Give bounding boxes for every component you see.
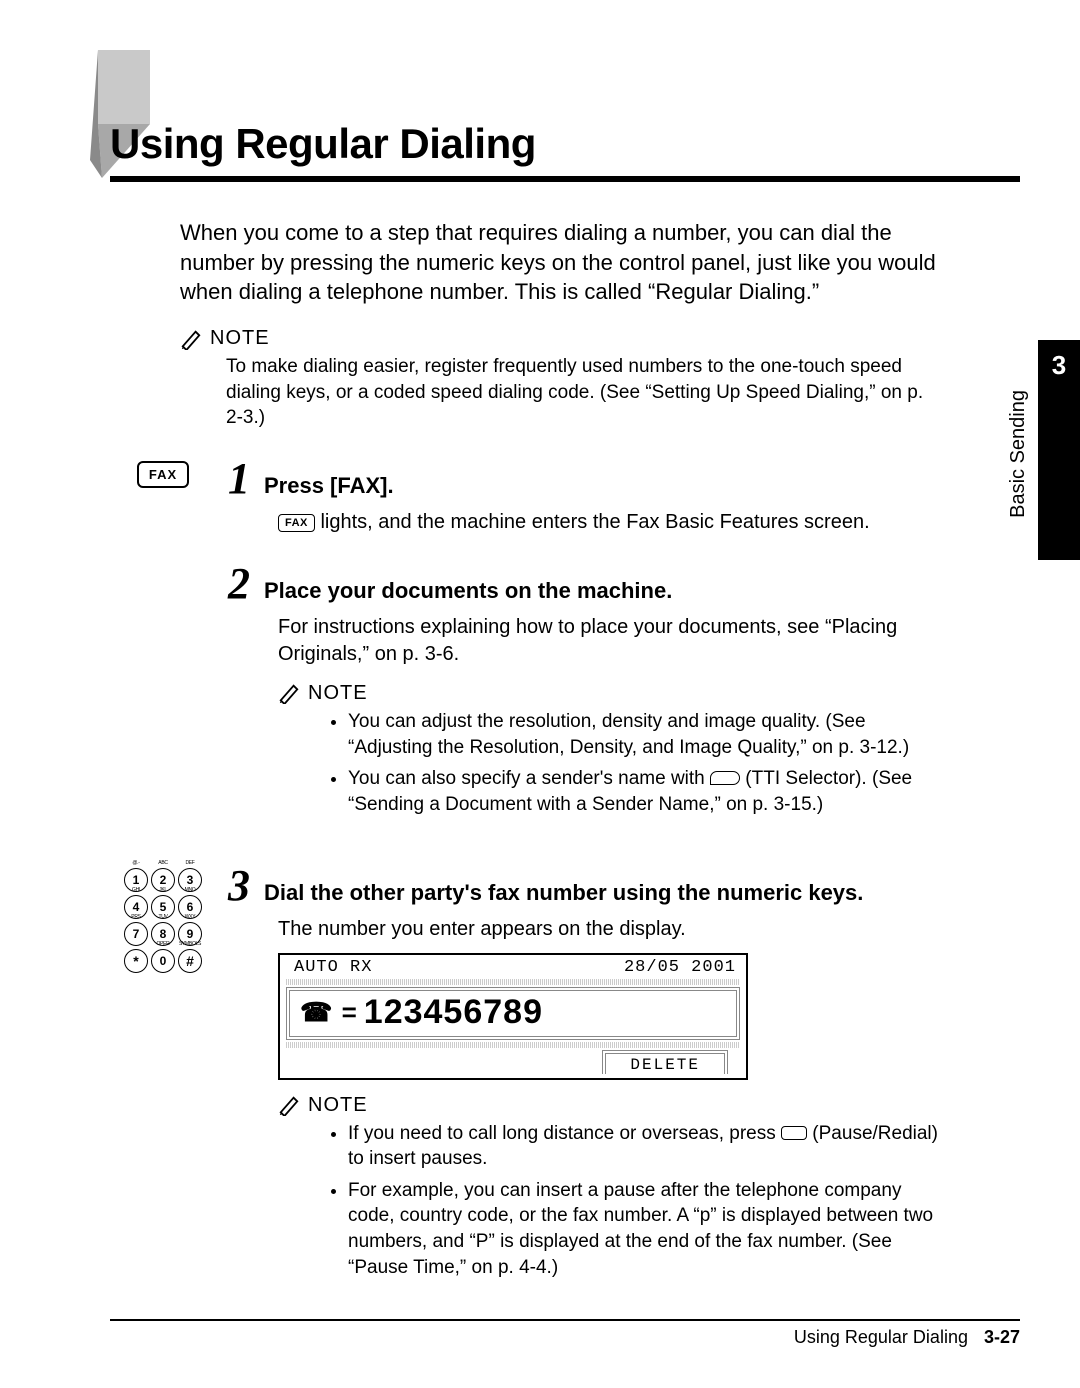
step-2-body: For instructions explaining how to place… xyxy=(278,614,940,668)
note-item: For example, you can insert a pause afte… xyxy=(348,1178,940,1281)
note-item: You can adjust the resolution, density a… xyxy=(348,709,940,760)
chapter-tab: 3 xyxy=(1038,340,1080,560)
inline-fax-key-icon: FAX xyxy=(278,514,315,532)
step-1: FAX 1 Press [FAX]. FAX lights, and the m… xyxy=(118,459,940,536)
note-icon xyxy=(180,328,202,350)
lcd-number: 123456789 xyxy=(364,993,543,1032)
lcd-datetime: 28/05 2001 xyxy=(624,958,736,977)
step-title: Dial the other party's fax number using … xyxy=(264,880,863,906)
note-icon xyxy=(278,682,300,704)
step-title: Press [FAX]. xyxy=(264,473,394,499)
note-label: NOTE xyxy=(308,682,368,705)
note-icon xyxy=(278,1094,300,1116)
note-label: NOTE xyxy=(210,327,270,350)
note-label: NOTE xyxy=(308,1094,368,1117)
step-3: 1@.-2ABC3DEF4GHI5JKL6MNO7PRS8TUV9WXY*0OP… xyxy=(118,866,940,1301)
intro-paragraph: When you come to a step that requires di… xyxy=(180,218,940,307)
fax-key-icon: FAX xyxy=(137,461,189,488)
step-1-body: FAX lights, and the machine enters the F… xyxy=(278,509,940,536)
step-2-note-list: You can adjust the resolution, density a… xyxy=(348,709,940,818)
top-note: NOTE To make dialing easier, register fr… xyxy=(180,327,940,431)
step-3-body: The number you enter appears on the disp… xyxy=(278,916,940,943)
telephone-icon: ☎ = xyxy=(300,997,358,1028)
step-title: Place your documents on the machine. xyxy=(264,578,672,604)
step-2: 2 Place your documents on the machine. F… xyxy=(118,564,940,838)
chapter-number: 3 xyxy=(1052,350,1066,381)
step-3-note: NOTE If you need to call long distance o… xyxy=(278,1094,940,1281)
keypad-key-0: 0OPER xyxy=(151,949,175,973)
step-number: 3 xyxy=(228,866,250,906)
keypad-key-*: * xyxy=(124,949,148,973)
note-item: You can also specify a sender's name wit… xyxy=(348,766,940,817)
keypad-key-7: 7PRS xyxy=(124,922,148,946)
lcd-display: AUTO RX 28/05 2001 ☎ = 123456789 DELETE xyxy=(278,953,748,1080)
step-number: 1 xyxy=(228,459,250,499)
lcd-status: AUTO RX xyxy=(294,958,372,977)
page-number: 3-27 xyxy=(984,1327,1020,1348)
tti-selector-icon xyxy=(710,771,740,785)
lcd-softkey-delete: DELETE xyxy=(602,1050,728,1074)
title-rule xyxy=(110,176,1020,182)
step-2-note: NOTE You can adjust the resolution, dens… xyxy=(278,682,940,818)
chapter-label: Basic Sending xyxy=(1007,390,1030,518)
step-1-body-text: lights, and the machine enters the Fax B… xyxy=(315,511,870,533)
page-title: Using Regular Dialing xyxy=(110,120,1020,168)
numeric-keypad-icon: 1@.-2ABC3DEF4GHI5JKL6MNO7PRS8TUV9WXY*0OP… xyxy=(118,868,208,973)
step-number: 2 xyxy=(228,564,250,604)
footer-title: Using Regular Dialing xyxy=(794,1327,968,1348)
top-note-text: To make dialing easier, register frequen… xyxy=(226,354,940,431)
keypad-key-#: #SYMBOLS xyxy=(178,949,202,973)
step-3-note-list: If you need to call long distance or ove… xyxy=(348,1121,940,1281)
pause-redial-key-icon xyxy=(781,1126,807,1140)
note-item: If you need to call long distance or ove… xyxy=(348,1121,940,1172)
page-footer: Using Regular Dialing 3-27 xyxy=(110,1283,1020,1348)
